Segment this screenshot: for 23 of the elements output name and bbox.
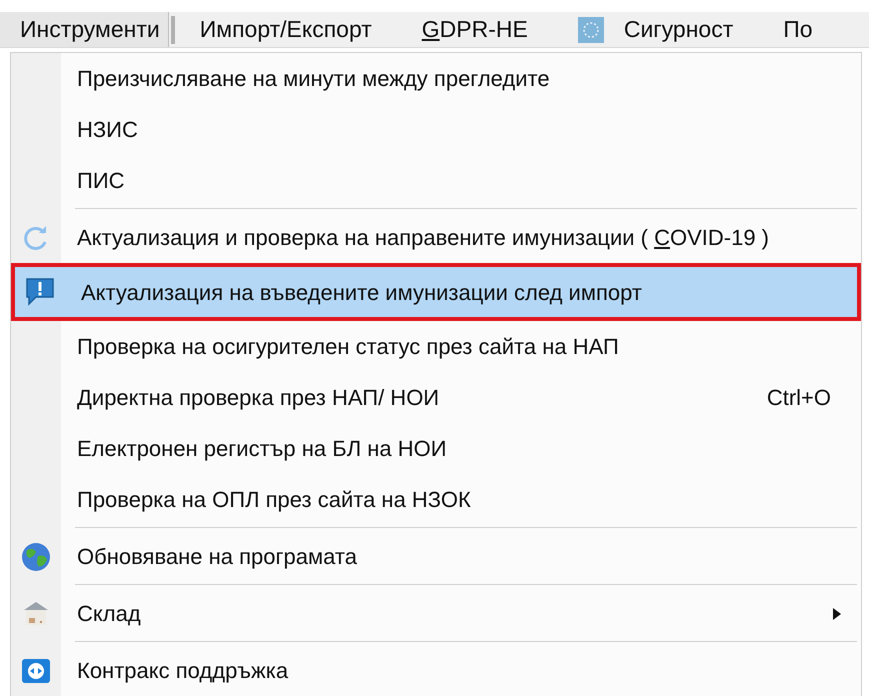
menu-bar-item[interactable]: GDPR-НЕ: [396, 12, 553, 47]
menu-item[interactable]: Преизчисляване на минути между прегледите: [11, 53, 861, 104]
globe-icon: [21, 542, 51, 572]
menu-item[interactable]: Директна проверка през НАП/ НОИ Ctrl+O: [11, 372, 861, 423]
remote-support-icon: [21, 658, 51, 684]
menu-bar-item[interactable]: По: [758, 12, 838, 47]
menu-item[interactable]: Склад: [11, 588, 861, 639]
menu-item[interactable]: Актуализация на въведените имунизации след импорт: [11, 263, 861, 321]
menu-bar-item[interactable]: Сигурност: [552, 12, 758, 47]
speech-bubble-icon: [24, 277, 56, 307]
menu-bar-item[interactable]: Инструменти: [0, 12, 169, 47]
menu-item[interactable]: Обновяване на програмата: [11, 531, 861, 582]
menu-bar-item[interactable]: Импорт/Експорт: [174, 12, 397, 47]
shortcut-text: Ctrl+O: [766, 384, 831, 412]
menu-item[interactable]: НЗИС: [11, 104, 861, 155]
menu-item[interactable]: Електронен регистър на БЛ на НОИ: [11, 423, 861, 474]
menu-item[interactable]: Контракс поддръжка: [11, 645, 861, 696]
menu-item[interactable]: Проверка на осигурителен статус през сайта на НАП: [11, 321, 861, 372]
menu-item[interactable]: ПИС: [11, 155, 861, 206]
menu-item[interactable]: Проверка на ОПЛ през сайта на НЗОК: [11, 474, 861, 525]
shield-icon: [578, 16, 604, 42]
menu-item[interactable]: Актуализация и проверка на направените имунизации ( COVID-19 ): [11, 212, 861, 263]
toolbar-grip: [170, 16, 175, 44]
